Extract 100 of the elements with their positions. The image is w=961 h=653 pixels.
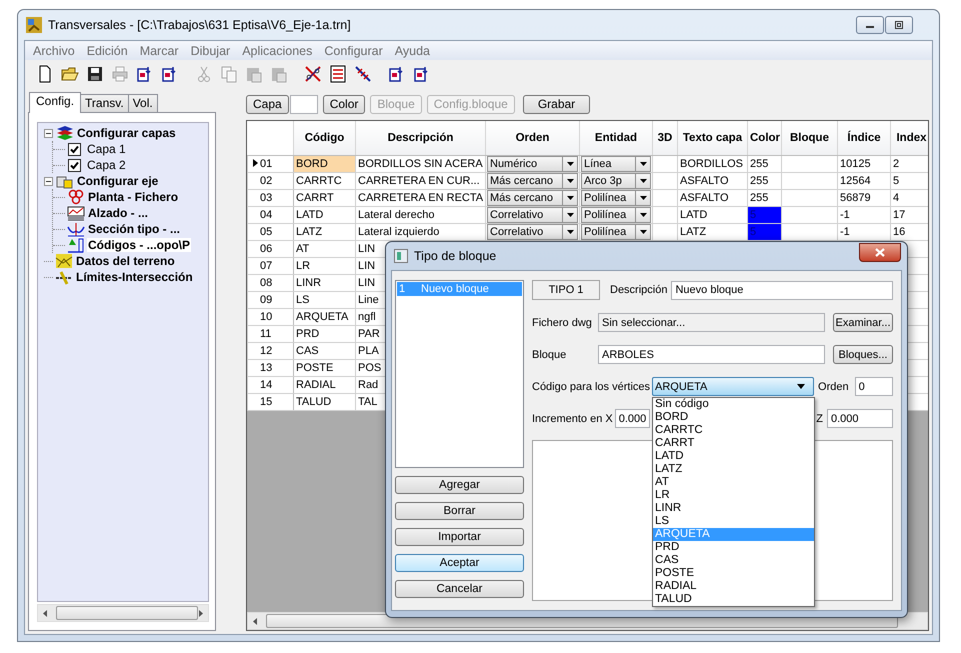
table-cell[interactable]: LS	[294, 292, 356, 308]
table-cell[interactable]: CARRETERA EN RECTA	[356, 190, 486, 206]
text-field[interactable]: 0.000	[614, 409, 650, 428]
dropdown-option[interactable]: LATZ	[653, 463, 814, 476]
tree-item[interactable]: Códigos - ...opo\P	[87, 238, 191, 252]
document-arrow-icon[interactable]	[388, 65, 406, 83]
table-cell[interactable]: TALUD	[294, 394, 356, 410]
folder-icon[interactable]	[60, 65, 78, 83]
dropdown-field[interactable]: Polilínea	[581, 208, 651, 222]
hatch-icon[interactable]	[354, 65, 372, 83]
table-cell[interactable]: POSTE	[294, 360, 356, 376]
dropdown-option[interactable]: CARRT	[653, 437, 814, 450]
scrollbar-thumb[interactable]	[56, 606, 198, 620]
tree-item[interactable]: Datos del terreno	[75, 254, 176, 268]
tree-item[interactable]: Capa 2	[86, 158, 127, 172]
checkbox[interactable]	[68, 142, 81, 156]
restore-button[interactable]	[885, 16, 913, 34]
table-cell[interactable]: CARRT	[294, 190, 356, 206]
toolbar-button[interactable]: Capa	[246, 94, 289, 114]
text-field[interactable]: 0.000	[827, 409, 893, 428]
dropdown-field[interactable]: Correlativo	[487, 208, 578, 222]
document-arrow-icon[interactable]	[412, 65, 430, 83]
table-cell[interactable]: AT	[294, 240, 356, 258]
close-button[interactable]	[859, 242, 901, 262]
table-cell[interactable]: CAS	[294, 342, 356, 360]
table-cell[interactable]: LATZ	[294, 224, 356, 240]
dropdown-field[interactable]: Polilínea	[581, 224, 651, 240]
blocks-button[interactable]: Bloques...	[833, 345, 893, 364]
dropdown-option[interactable]: LR	[653, 489, 814, 502]
column-header[interactable]: Descripción	[356, 121, 486, 156]
menu-item[interactable]: Edición	[80, 44, 134, 58]
collapse-icon[interactable]	[44, 128, 53, 138]
column-header[interactable]: Entidad	[580, 121, 652, 156]
dialog-button[interactable]: Cancelar	[395, 580, 524, 598]
menu-item[interactable]: Marcar	[134, 44, 185, 58]
tree-item[interactable]: Configurar capas	[76, 126, 177, 140]
table-cell[interactable]: BORDILLOS	[678, 156, 748, 172]
table-cell[interactable]: CARRTC	[294, 172, 356, 190]
column-header[interactable]: Orden	[486, 121, 580, 156]
column-header[interactable]: Index	[890, 121, 928, 156]
crossed-lines-icon[interactable]	[304, 65, 322, 83]
table-icon[interactable]	[328, 65, 346, 83]
scroll-left-icon[interactable]	[252, 618, 258, 624]
dropdown-field[interactable]: Línea	[581, 156, 651, 172]
collapse-icon[interactable]	[44, 176, 53, 186]
dropdown-field[interactable]: Más cercano	[487, 174, 578, 188]
table-cell[interactable]: ASFALTO	[678, 172, 748, 190]
table-cell[interactable]: LATD	[294, 206, 356, 224]
minimize-button[interactable]	[856, 16, 884, 34]
document-arrow-icon[interactable]	[136, 65, 154, 83]
tab[interactable]: Transv.	[80, 94, 129, 112]
menu-item[interactable]: Archivo	[27, 44, 81, 58]
table-cell[interactable]: PRD	[294, 326, 356, 342]
dialog-button[interactable]: Agregar	[395, 476, 524, 494]
table-cell[interactable]: BORD	[294, 156, 356, 172]
table-cell[interactable]: RADIAL	[294, 376, 356, 394]
input-field[interactable]	[290, 94, 318, 114]
dropdown-option[interactable]: CARRTC	[653, 424, 814, 437]
table-cell[interactable]: ASFALTO	[678, 190, 748, 206]
horizontal-scrollbar[interactable]	[37, 604, 209, 622]
dropdown-field[interactable]: Polilínea	[581, 190, 651, 206]
dropdown-option[interactable]: BORD	[653, 411, 814, 424]
column-header[interactable]: 3D	[652, 121, 678, 156]
tree-item[interactable]: Sección tipo - ...	[87, 222, 182, 236]
tree-item[interactable]: Planta - Fichero	[87, 190, 180, 204]
tree-item[interactable]: Límites-Intersección	[75, 270, 194, 284]
column-header[interactable]: Color	[748, 121, 782, 156]
table-cell[interactable]: 255	[748, 172, 782, 190]
table-cell[interactable]: LATD	[678, 206, 748, 224]
column-header[interactable]: Bloque	[782, 121, 838, 156]
dropdown-option[interactable]: TALUD	[653, 593, 814, 606]
dropdown-option[interactable]: POSTE	[653, 567, 814, 580]
text-field[interactable]: Nuevo bloque	[671, 280, 893, 300]
dropdown-field[interactable]: ARQUETA	[652, 377, 814, 396]
browse-button[interactable]: Examinar...	[833, 313, 893, 332]
document-arrow-icon[interactable]	[160, 65, 178, 83]
tree-item[interactable]: Alzado - ...	[87, 206, 149, 220]
scroll-left-icon[interactable]	[42, 610, 48, 616]
tree-item[interactable]: Configurar eje	[76, 174, 160, 188]
tree-item[interactable]: Capa 1	[86, 142, 127, 156]
text-field[interactable]: Sin seleccionar...	[598, 313, 825, 332]
menu-item[interactable]: Aplicaciones	[236, 44, 318, 58]
tab[interactable]: Config.	[29, 92, 82, 113]
dropdown-field[interactable]: Correlativo	[487, 224, 578, 240]
table-cell[interactable]: 10125	[838, 156, 890, 172]
dropdown-option[interactable]: LINR	[653, 502, 814, 515]
checkbox[interactable]	[68, 158, 81, 172]
tab[interactable]: Vol.	[128, 94, 158, 112]
toolbar-button[interactable]: Color	[322, 94, 366, 114]
text-field[interactable]: ARBOLES	[598, 345, 825, 364]
table-cell[interactable]: -1	[838, 206, 890, 224]
menu-item[interactable]: Configurar	[318, 44, 389, 58]
dropdown-field[interactable]: Numérico	[487, 156, 578, 172]
table-cell[interactable]: 255	[748, 156, 782, 172]
table-cell[interactable]: ARQUETA	[294, 308, 356, 326]
dropdown-option[interactable]: RADIAL	[653, 580, 814, 593]
dropdown-option[interactable]: AT	[653, 476, 814, 489]
menu-item[interactable]: Ayuda	[388, 44, 436, 58]
dropdown-option[interactable]: LATD	[653, 450, 814, 463]
table-cell[interactable]: LR	[294, 258, 356, 274]
